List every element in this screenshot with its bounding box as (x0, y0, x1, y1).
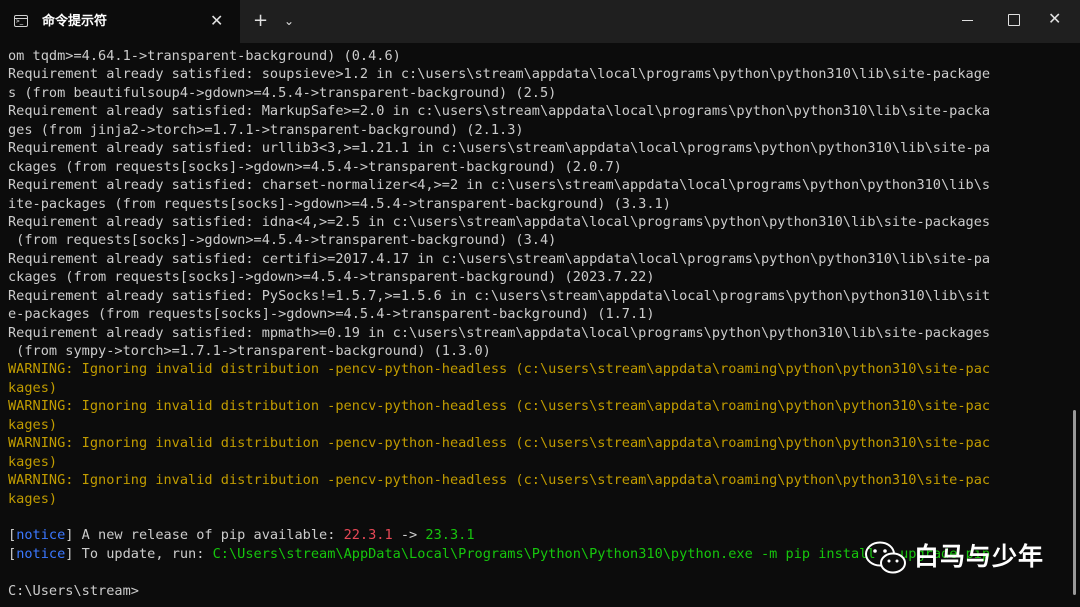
notice-tag: notice (16, 527, 66, 544)
output-line: (from requests[socks]->gdown>=4.5.4->tra… (8, 232, 557, 249)
output-line: (from sympy->torch>=1.7.1->transparent-b… (8, 343, 491, 359)
output-line: Requirement already satisfied: charset-n… (8, 177, 991, 194)
output-line: Requirement already satisfied: idna<4,>=… (8, 213, 991, 230)
warning-line: WARNING: Ignoring invalid distribution -… (8, 472, 991, 489)
output-line: Requirement already satisfied: urllib3<3… (8, 140, 991, 157)
output-line: om tqdm>=4.64.1->transparent-background)… (8, 48, 401, 64)
scrollbar-thumb[interactable] (1073, 410, 1076, 595)
minimize-button[interactable] (962, 20, 973, 21)
new-version: 23.3.1 (425, 527, 475, 544)
old-version: 22.3.1 (343, 527, 393, 544)
notice-text: To update, run: (73, 545, 213, 562)
output-line: e-packages (from requests[socks]->gdown>… (8, 306, 655, 323)
output-line: Requirement already satisfied: certifi>=… (8, 250, 991, 267)
warning-line: kages) (8, 453, 58, 470)
notice-bracket-open: [ (8, 545, 17, 562)
warning-line: WARNING: Ignoring invalid distribution -… (8, 398, 991, 415)
close-window-button[interactable]: ✕ (1048, 9, 1061, 29)
wechat-icon (865, 541, 906, 574)
title-bar: 命令提示符 ✕ + ⌄ ✕ (0, 0, 1080, 43)
output-line: ckages (from requests[socks]->gdown>=4.5… (8, 269, 655, 286)
output-line: Requirement already satisfied: soupsieve… (8, 66, 991, 83)
command-prompt[interactable]: C:\Users\stream> (8, 582, 1064, 600)
terminal-icon (14, 15, 28, 27)
warning-line: kages) (8, 379, 58, 396)
warning-line: WARNING: Ignoring invalid distribution -… (8, 361, 991, 378)
close-tab-icon[interactable]: ✕ (210, 11, 223, 31)
tab-title: 命令提示符 (42, 14, 108, 29)
output-line: s (from beautifulsoup4->gdown>=4.5.4->tr… (8, 84, 557, 101)
notice-bracket-open: [ (8, 527, 17, 544)
chevron-down-icon[interactable]: ⌄ (284, 12, 294, 30)
terminal-output[interactable]: om tqdm>=4.64.1->transparent-background)… (8, 47, 1064, 602)
output-line: ite-packages (from requests[socks]->gdow… (8, 195, 671, 212)
warning-line: kages) (8, 416, 58, 433)
output-line: ges (from jinja2->torch>=1.7.1->transpar… (8, 121, 524, 138)
watermark: 白马与少年 (864, 538, 1064, 578)
watermark-text: 白马与少年 (914, 542, 1045, 571)
output-line: Requirement already satisfied: mpmath>=0… (8, 324, 991, 341)
notice-tag: notice (16, 545, 66, 562)
version-arrow: -> (392, 527, 426, 544)
output-line: ckages (from requests[socks]->gdown>=4.5… (8, 158, 622, 175)
tab-command-prompt[interactable]: 命令提示符 ✕ (0, 0, 240, 43)
new-tab-button[interactable]: + (253, 10, 268, 32)
output-line: Requirement already satisfied: MarkupSaf… (8, 103, 991, 120)
maximize-button[interactable] (1008, 14, 1020, 26)
warning-line: kages) (8, 490, 58, 507)
warning-line: WARNING: Ignoring invalid distribution -… (8, 435, 991, 452)
notice-text: A new release of pip available: (73, 527, 344, 544)
output-line: Requirement already satisfied: PySocks!=… (8, 287, 991, 304)
